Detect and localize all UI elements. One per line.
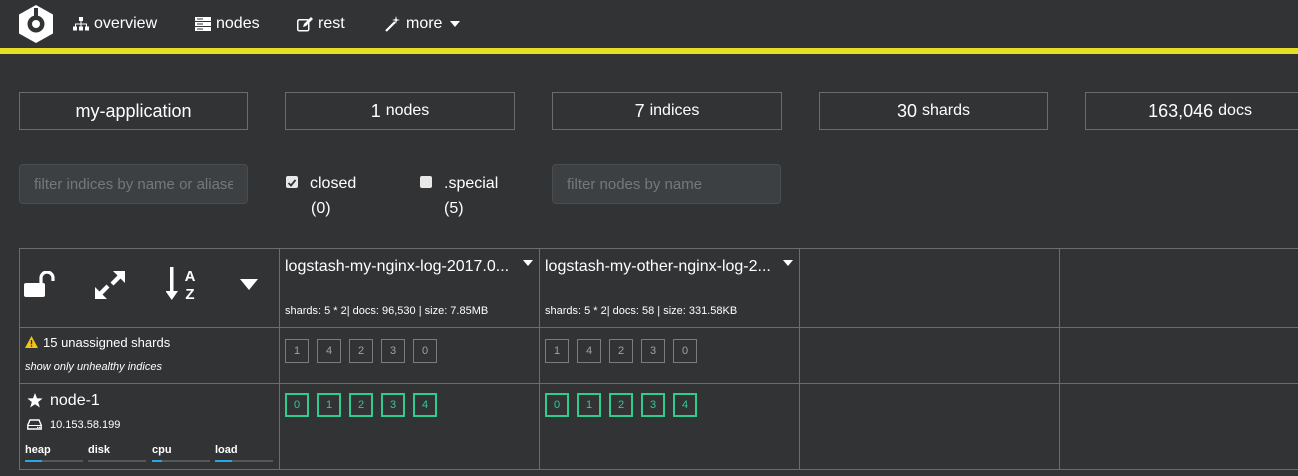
heap-bar [25,460,83,462]
nav-nodes[interactable]: nodes [195,14,260,34]
grid-divider [19,383,1298,384]
indices-count: 7 [634,100,645,121]
svg-text:A: A [185,268,196,285]
shards-count-box: 30 shards [819,92,1048,130]
cluster-name: my-application [75,100,192,121]
started-shard[interactable]: 0 [285,393,309,417]
cluster-name-box: my-application [19,92,248,130]
special-label[interactable]: .special [444,175,498,193]
grid-divider [799,248,800,470]
caret-down-icon [450,21,461,27]
unassigned-shard[interactable]: 0 [413,339,437,363]
cpu-bar [152,460,210,462]
nodes-count: 1 [370,100,381,121]
nav-more-label: more [406,15,443,32]
closed-checkbox[interactable] [286,176,298,188]
cpu-label: cpu [152,444,172,456]
server-icon [195,17,211,31]
heap-bar-fill [25,460,43,462]
unassigned-shard[interactable]: 1 [285,339,309,363]
unassigned-shards-label: 15 unassigned shards [43,335,171,350]
shards-count: 30 [896,100,917,121]
index-caret-icon[interactable] [783,260,793,266]
check-icon [287,179,297,187]
index-caret-icon[interactable] [523,260,533,266]
nav-overview[interactable]: overview [73,14,157,34]
load-label: load [215,444,238,456]
index-meta: shards: 5 * 2| docs: 58 | size: 331.58KB [545,305,738,317]
unassigned-shard[interactable]: 3 [381,339,405,363]
navbar-accent-line [0,48,1298,54]
unlock-icon[interactable] [24,271,56,297]
magic-icon [385,16,400,32]
special-count: (5) [444,200,464,217]
closed-count: (0) [311,200,331,217]
shards-unit: shards [922,102,971,119]
grid-divider [19,327,1298,328]
node-name[interactable]: node-1 [50,392,100,410]
closed-label[interactable]: closed [310,175,356,193]
sort-alpha-icon[interactable]: A Z [166,266,200,302]
caret-down-icon[interactable] [240,279,258,290]
unassigned-shard[interactable]: 2 [609,339,633,363]
grid-divider [539,248,540,470]
index-meta: shards: 5 * 2| docs: 96,530 | size: 7.85… [285,305,489,317]
hdd-icon [27,419,42,430]
started-shard[interactable]: 1 [317,393,341,417]
cluster-overview-grid: A Z logstash-my-nginx-log-2017.0... shar… [19,248,1298,470]
load-bar-fill [215,460,233,462]
nav-rest[interactable]: rest [297,14,345,34]
docs-unit: docs [1218,102,1252,119]
heap-label: heap [25,444,51,456]
unassigned-shard[interactable]: 4 [317,339,341,363]
load-bar [215,460,273,462]
expand-icon[interactable] [94,270,126,300]
started-shard[interactable]: 3 [381,393,405,417]
navbar: overview nodes rest more [0,0,1298,48]
cerebro-logo-icon[interactable] [17,4,55,44]
disk-label: disk [88,444,111,456]
nodes-count-box: 1 nodes [285,92,515,130]
node-ip: 10.153.58.199 [50,419,121,431]
unassigned-shard[interactable]: 1 [545,339,569,363]
grid-divider [19,248,1298,249]
started-shard[interactable]: 4 [673,393,697,417]
unassigned-shard[interactable]: 2 [349,339,373,363]
nav-overview-label: overview [94,15,158,32]
nav-rest-label: rest [318,15,345,32]
cpu-bar-fill [152,460,163,462]
started-shard[interactable]: 2 [609,393,633,417]
unassigned-shard[interactable]: 0 [673,339,697,363]
grid-divider [279,248,280,470]
started-shard[interactable]: 3 [641,393,665,417]
indices-count-box: 7 indices [552,92,782,130]
filter-nodes-input[interactable] [552,164,781,204]
special-checkbox[interactable] [420,176,432,188]
started-shard[interactable]: 4 [413,393,437,417]
indices-unit: indices [649,102,700,119]
nodes-unit: nodes [385,102,430,119]
unassigned-shard[interactable]: 4 [577,339,601,363]
docs-count: 163,046 [1148,100,1214,121]
sitemap-icon [73,17,89,31]
started-shard[interactable]: 0 [545,393,569,417]
filter-indices-input[interactable] [19,164,248,204]
grid-divider [19,248,20,470]
warning-icon [25,336,38,348]
disk-bar [88,460,146,462]
grid-divider [19,469,1298,470]
nav-nodes-label: nodes [216,15,260,32]
svg-text:Z: Z [185,286,194,302]
started-shard[interactable]: 1 [577,393,601,417]
index-name[interactable]: logstash-my-other-nginx-log-2... [545,258,775,276]
started-shard[interactable]: 2 [349,393,373,417]
grid-divider [1059,248,1060,470]
docs-count-box: 163,046 docs [1085,92,1298,130]
unassigned-shard[interactable]: 3 [641,339,665,363]
show-unhealthy-toggle[interactable]: show only unhealthy indices [25,361,162,373]
star-icon [27,393,43,408]
index-name[interactable]: logstash-my-nginx-log-2017.0... [285,258,515,276]
nav-more[interactable]: more [385,14,461,34]
edit-icon [297,16,313,31]
